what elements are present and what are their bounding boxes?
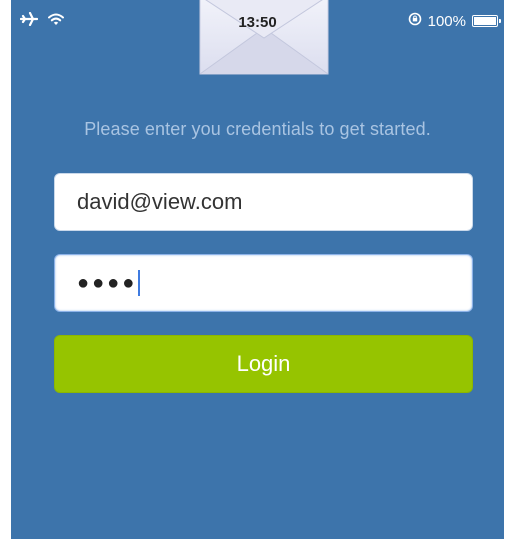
envelope-icon — [199, 0, 329, 75]
login-screen: 13:50 100% Please enter you credentials … — [11, 0, 504, 539]
email-field[interactable]: david@view.com — [54, 173, 473, 231]
status-time: 13:50 — [238, 14, 277, 31]
password-field[interactable]: ●●●● — [54, 254, 473, 312]
password-value: ●●●● — [77, 271, 138, 294]
login-button[interactable]: Login — [54, 335, 473, 393]
email-value: david@view.com — [77, 189, 243, 214]
login-prompt: Please enter you credentials to get star… — [84, 119, 431, 139]
text-cursor — [138, 270, 141, 296]
login-button-label: Login — [236, 351, 291, 376]
